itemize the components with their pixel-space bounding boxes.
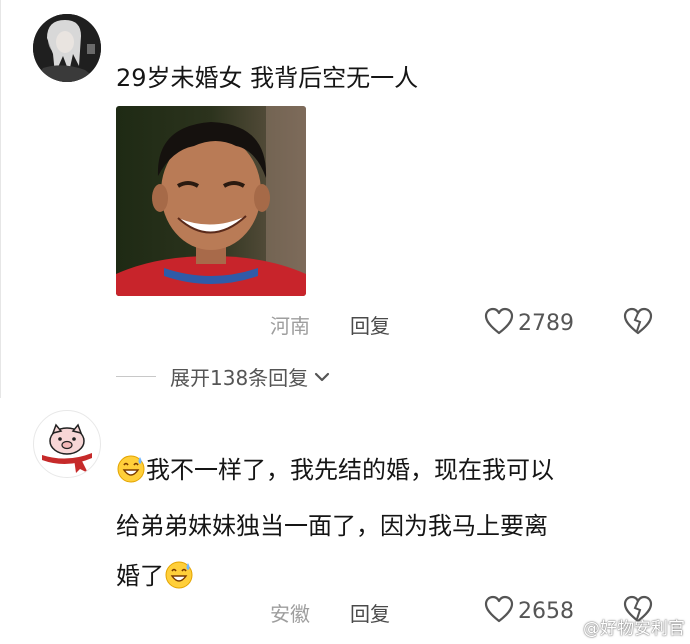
expand-replies-button[interactable]: 展开138条回复 — [116, 362, 330, 391]
watermark-text: @好物安利官 — [583, 619, 685, 639]
comment-text-part: 婚了 — [116, 562, 164, 590]
comment-item: 我不一样了，我先结的婚，现在我可以 给弟弟妹妹独当一面了，因为我马上要离 婚了 … — [0, 398, 690, 644]
reply-button[interactable]: 回复 — [350, 310, 390, 339]
heart-icon — [484, 595, 514, 627]
comment-text: 29岁未婚女 我背后空无一人 — [116, 64, 419, 92]
location-label: 安徽 — [270, 602, 310, 626]
comment-text-part: 我不一样了，我先结的婚，现在我可以 — [146, 456, 554, 484]
comment-image[interactable] — [116, 106, 306, 296]
grinning-sweat-emoji-icon — [116, 454, 146, 496]
comment-text-line: 我不一样了，我先结的婚，现在我可以 — [116, 450, 656, 496]
chevron-down-icon — [314, 371, 330, 383]
avatar[interactable] — [33, 410, 101, 478]
weibo-logo-icon — [558, 618, 580, 636]
pig-with-scarf-icon — [34, 423, 100, 477]
comment-text-line: 婚了 — [116, 556, 656, 602]
like-count: 2789 — [518, 310, 574, 336]
location-label: 河南 — [270, 314, 310, 338]
broken-heart-icon — [623, 307, 653, 339]
grinning-sweat-emoji-icon — [164, 560, 194, 602]
dislike-button[interactable] — [623, 307, 653, 339]
expand-replies-label: 展开138条回复 — [170, 366, 309, 390]
comment-text-line: 给弟弟妹妹独当一面了，因为我马上要离 — [116, 512, 548, 540]
divider — [116, 376, 156, 377]
heart-icon — [484, 307, 514, 339]
like-button[interactable]: 2789 — [484, 307, 574, 339]
reply-button[interactable]: 回复 — [350, 598, 390, 627]
avatar[interactable] — [33, 14, 101, 82]
comment-item: 29岁未婚女 我背后空无一人 河南 回复 2789 展开138条回复 — [0, 0, 690, 398]
watermark: @好物安利官 — [558, 614, 685, 639]
comment-text: 我不一样了，我先结的婚，现在我可以 给弟弟妹妹独当一面了，因为我马上要离 婚了 — [116, 450, 656, 602]
